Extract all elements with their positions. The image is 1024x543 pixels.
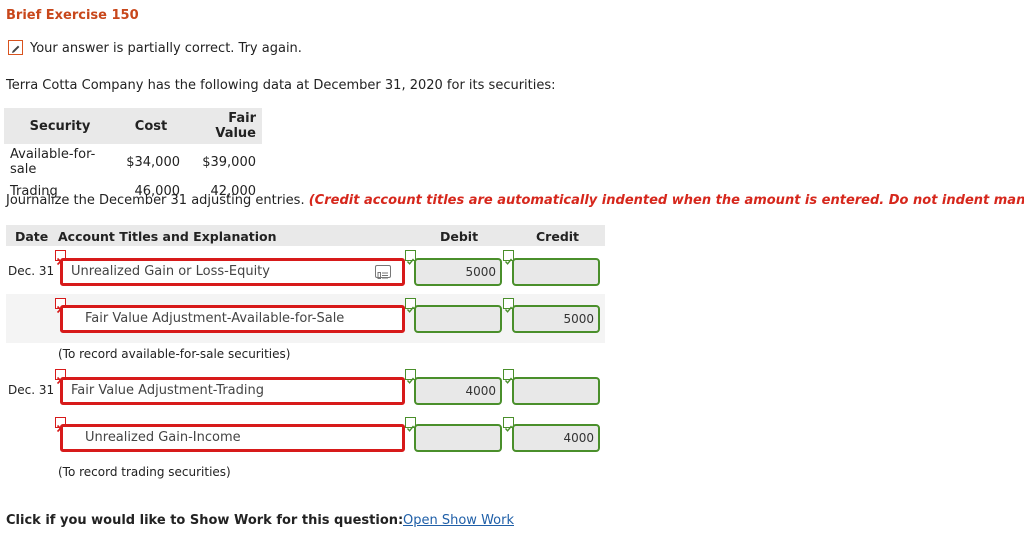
journal-header: Date Account Titles and Explanation Debi… <box>6 225 605 246</box>
open-show-work-link[interactable]: Open Show Work <box>403 513 514 528</box>
entry-date: Dec. 31 <box>8 383 55 397</box>
column-header-fair-value: Fair Value <box>186 108 262 144</box>
column-header-security: Security <box>4 108 116 144</box>
pencil-icon <box>8 40 23 55</box>
cell-security: Available-for-sale <box>10 147 96 177</box>
instructions-text: Journalize the December 31 adjusting ent… <box>6 193 305 208</box>
credit-amount-field[interactable]: 4000 <box>512 424 600 452</box>
exercise-title: Brief Exercise 150 <box>6 8 139 23</box>
header-account: Account Titles and Explanation <box>58 229 277 244</box>
account-title-field[interactable]: Unrealized Gain or Loss-Equity <box>60 258 405 286</box>
credit-amount-field[interactable] <box>512 377 600 405</box>
credit-amount-field[interactable] <box>512 258 600 286</box>
status-message: Your answer is partially correct. Try ag… <box>30 41 302 56</box>
account-title-field[interactable]: Fair Value Adjustment-Trading <box>60 377 405 405</box>
instructions-emphasis: (Credit account titles are automatically… <box>308 193 1024 208</box>
entry-note: (To record trading securities) <box>58 465 231 479</box>
entry-note: (To record available-for-sale securities… <box>58 347 291 361</box>
securities-table: Security Cost Fair Value Available-for-s… <box>4 108 262 202</box>
table-row: Available-for-sale $34,000 $39,000 <box>4 144 262 180</box>
credit-amount-field[interactable]: 5000 <box>512 305 600 333</box>
debit-amount-field[interactable]: 5000 <box>414 258 502 286</box>
instructions: Journalize the December 31 adjusting ent… <box>6 193 1024 208</box>
entry-date: Dec. 31 <box>8 264 55 278</box>
cell-cost: $34,000 <box>126 154 180 170</box>
account-title-field[interactable]: Fair Value Adjustment-Available-for-Sale <box>60 305 405 333</box>
cell-fair-value: $39,000 <box>202 154 256 170</box>
header-credit: Credit <box>536 229 580 244</box>
account-list-icon[interactable] <box>375 265 391 279</box>
debit-amount-field[interactable] <box>414 305 502 333</box>
table-header-row: Security Cost Fair Value <box>4 108 262 144</box>
header-date: Date <box>15 229 49 244</box>
show-work-label: Click if you would like to Show Work for… <box>6 513 404 528</box>
account-title-field[interactable]: Unrealized Gain-Income <box>60 424 405 452</box>
debit-amount-field[interactable] <box>414 424 502 452</box>
header-debit: Debit <box>440 229 479 244</box>
problem-intro: Terra Cotta Company has the following da… <box>6 78 556 93</box>
column-header-cost: Cost <box>116 108 186 144</box>
debit-amount-field[interactable]: 4000 <box>414 377 502 405</box>
